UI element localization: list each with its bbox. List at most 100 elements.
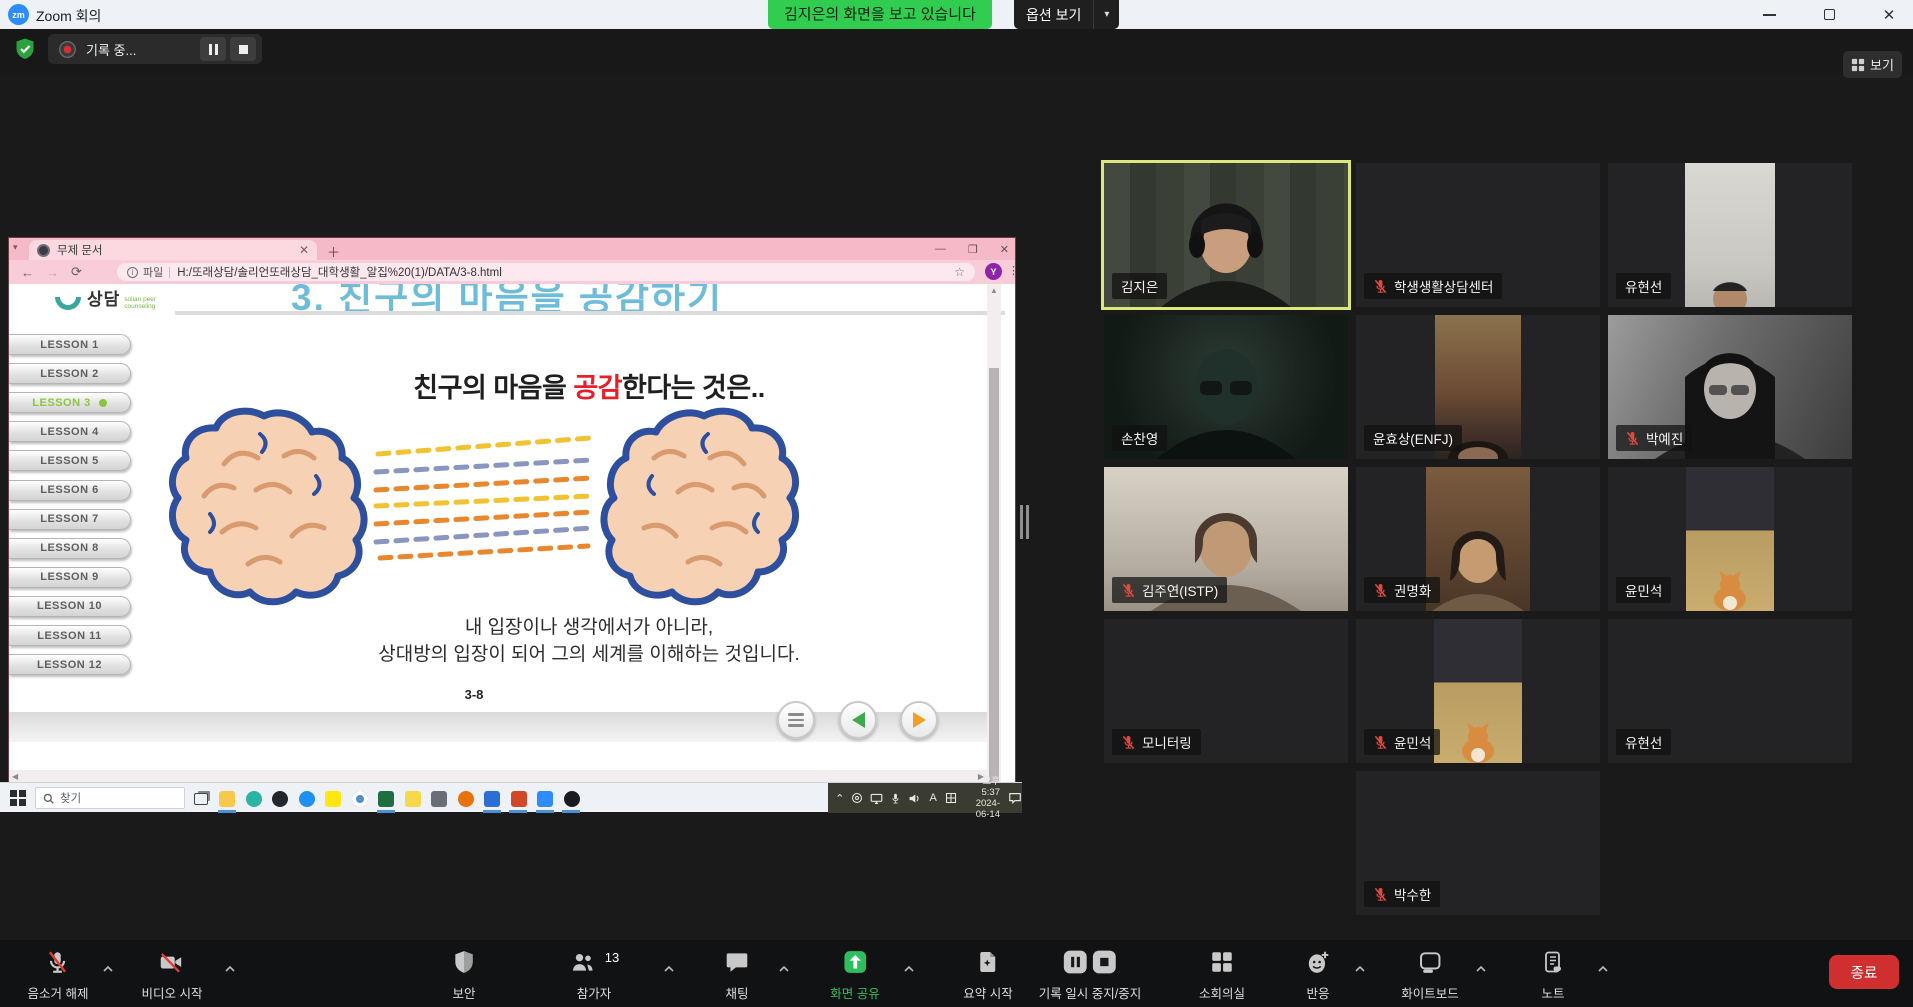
lesson-button-11[interactable]: LESSON 11: [9, 625, 131, 646]
participant-tile[interactable]: 손찬영: [1104, 315, 1348, 459]
toolbar-reactions-button[interactable]: 반응: [1305, 948, 1331, 1002]
lesson-button-7[interactable]: LESSON 7: [9, 509, 131, 530]
taskbar-icon-steam[interactable]: [272, 790, 289, 807]
participant-tile[interactable]: 학생생활상담센터: [1356, 163, 1600, 307]
tab-close-icon[interactable]: ✕: [299, 243, 309, 257]
lesson-button-10[interactable]: LESSON 10: [9, 596, 131, 617]
taskbar-icon-chrome[interactable]: [351, 790, 368, 807]
toolbar-whiteboard-button[interactable]: 화이트보드: [1401, 948, 1459, 1002]
participant-tile[interactable]: 권명화: [1356, 467, 1600, 611]
toolbar-notes-button[interactable]: 노트: [1541, 948, 1565, 1002]
taskbar-icon-excel[interactable]: [378, 790, 395, 807]
refresh-icon[interactable]: ⟳: [71, 264, 82, 280]
scroll-left-icon[interactable]: ◀: [12, 772, 18, 781]
toolbar-record-controls-button[interactable]: 기록 일시 중지/중지: [1039, 948, 1141, 1002]
toolbar-shield-button[interactable]: 보안: [451, 948, 477, 1002]
address-box[interactable]: i 파일 H:/또래상담/솔리언또래상담_대학생활_알집%20(1)/DATA/…: [117, 263, 975, 281]
new-tab-button[interactable]: ＋: [327, 242, 340, 261]
browser-vertical-scrollbar[interactable]: ▲: [987, 284, 1001, 806]
tray-clock[interactable]: 오후 5:37 2024-06-14: [965, 776, 1000, 820]
tray-hanja-grid-icon[interactable]: [945, 791, 957, 805]
taskbar-icon-hancom[interactable]: [484, 790, 501, 807]
participant-tile[interactable]: 윤민석: [1608, 467, 1852, 611]
toolbar-share-button[interactable]: 화면 공유: [830, 948, 879, 1002]
toolbar-summary-button[interactable]: 요약 시작: [963, 948, 1012, 1002]
windows-start-button[interactable]: [10, 790, 26, 806]
tray-display-icon[interactable]: [870, 791, 883, 805]
toolbar-mic-off-button[interactable]: 음소거 해제: [28, 948, 89, 1002]
lesson-button-12[interactable]: LESSON 12: [9, 654, 131, 675]
taskbar-icon-kakaotalk[interactable]: [325, 790, 342, 807]
toolbar-chat-button[interactable]: 채팅: [724, 948, 750, 1002]
slide-menu-button[interactable]: [777, 701, 815, 739]
participant-tile[interactable]: 모니터링: [1104, 619, 1348, 763]
taskbar-icon-folder[interactable]: [219, 790, 236, 807]
chevron-up-icon[interactable]: [1354, 960, 1366, 968]
tray-notification-icon[interactable]: [1008, 791, 1022, 805]
taskbar-icon-sticky-note[interactable]: [404, 790, 421, 807]
chevron-up-icon[interactable]: [1597, 960, 1609, 968]
end-meeting-button[interactable]: 종료: [1829, 955, 1899, 989]
taskbar-icon-task-view[interactable]: [192, 790, 209, 807]
toolbar-video-off-button[interactable]: 비디오 시작: [142, 948, 203, 1002]
taskbar-icon-google-app[interactable]: [457, 790, 474, 807]
participant-tile[interactable]: 윤민석: [1356, 619, 1600, 763]
file-info-icon[interactable]: i: [127, 267, 138, 278]
browser-profile-avatar[interactable]: Y: [985, 263, 1002, 280]
browser-menu-icon[interactable]: ⋮: [1008, 264, 1019, 277]
participant-tile[interactable]: 김지은: [1104, 163, 1348, 307]
restore-button[interactable]: [1806, 0, 1852, 29]
taskbar-icon-media-player[interactable]: [563, 790, 580, 807]
lesson-button-2[interactable]: LESSON 2: [9, 363, 131, 384]
chevron-up-icon[interactable]: [1475, 960, 1487, 968]
back-icon[interactable]: ←: [21, 265, 34, 280]
browser-restore-button[interactable]: ❐: [968, 243, 978, 256]
address-url[interactable]: H:/또래상담/솔리언또래상담_대학생활_알집%20(1)/DATA/3-8.h…: [177, 264, 502, 280]
toolbar-breakout-button[interactable]: 소회의실: [1199, 948, 1245, 1002]
browser-minimize-button[interactable]: —: [935, 243, 946, 255]
lesson-button-3[interactable]: LESSON 3: [9, 392, 131, 413]
lesson-button-1[interactable]: LESSON 1: [9, 334, 131, 355]
taskbar-icon-edge[interactable]: [245, 790, 262, 807]
lesson-button-5[interactable]: LESSON 5: [9, 450, 131, 471]
taskbar-search-input[interactable]: 찾기: [35, 787, 185, 809]
view-options-button[interactable]: 옵션 보기 ▾: [1014, 0, 1119, 29]
chevron-up-icon[interactable]: [778, 960, 790, 968]
chevron-up-icon[interactable]: [903, 960, 915, 968]
bookmark-star-icon[interactable]: ☆: [954, 265, 965, 279]
slide-prev-button[interactable]: [839, 701, 877, 739]
toolbar-participants-button[interactable]: 13참가자: [569, 948, 619, 1002]
participant-tile[interactable]: 유현선: [1608, 619, 1852, 763]
browser-close-button[interactable]: ✕: [1000, 243, 1009, 256]
browser-tab[interactable]: 무제 문서 ✕: [29, 240, 317, 260]
participant-tile[interactable]: 유현선: [1608, 163, 1852, 307]
participant-tile[interactable]: 박수한: [1356, 771, 1600, 915]
tray-chevron-up-icon[interactable]: ⌃: [835, 791, 844, 805]
taskbar-icon-calculator[interactable]: [431, 790, 448, 807]
taskbar-icon-skype[interactable]: [298, 790, 315, 807]
close-button[interactable]: ✕: [1866, 0, 1912, 29]
minimize-button[interactable]: [1746, 0, 1792, 29]
taskbar-icon-zoom-app[interactable]: [537, 790, 554, 807]
pane-resize-handle[interactable]: [1020, 505, 1029, 539]
browser-horizontal-scrollbar[interactable]: ◀ ▶: [9, 770, 987, 782]
tray-settings-icon[interactable]: [851, 791, 863, 805]
tray-ime-language-indicator[interactable]: A: [928, 791, 937, 805]
lesson-button-6[interactable]: LESSON 6: [9, 480, 131, 501]
participant-tile[interactable]: 윤효상(ENFJ): [1356, 315, 1600, 459]
taskbar-icon-powerpoint[interactable]: [510, 790, 527, 807]
gallery-view-button[interactable]: 보기: [1843, 51, 1902, 78]
lesson-button-8[interactable]: LESSON 8: [9, 538, 131, 559]
stop-recording-button[interactable]: [230, 37, 256, 61]
tray-mic-icon[interactable]: [890, 791, 901, 805]
slide-next-button[interactable]: [900, 701, 938, 739]
participant-tile[interactable]: 박예진: [1608, 315, 1852, 459]
chevron-up-icon[interactable]: [663, 960, 675, 968]
tab-search-chevron-icon[interactable]: ▾: [13, 242, 18, 253]
tray-speaker-icon[interactable]: [908, 791, 921, 805]
pause-recording-button[interactable]: [200, 37, 226, 61]
participant-tile[interactable]: 김주연(ISTP): [1104, 467, 1348, 611]
lesson-button-4[interactable]: LESSON 4: [9, 421, 131, 442]
chevron-up-icon[interactable]: [102, 960, 114, 968]
lesson-button-9[interactable]: LESSON 9: [9, 567, 131, 588]
